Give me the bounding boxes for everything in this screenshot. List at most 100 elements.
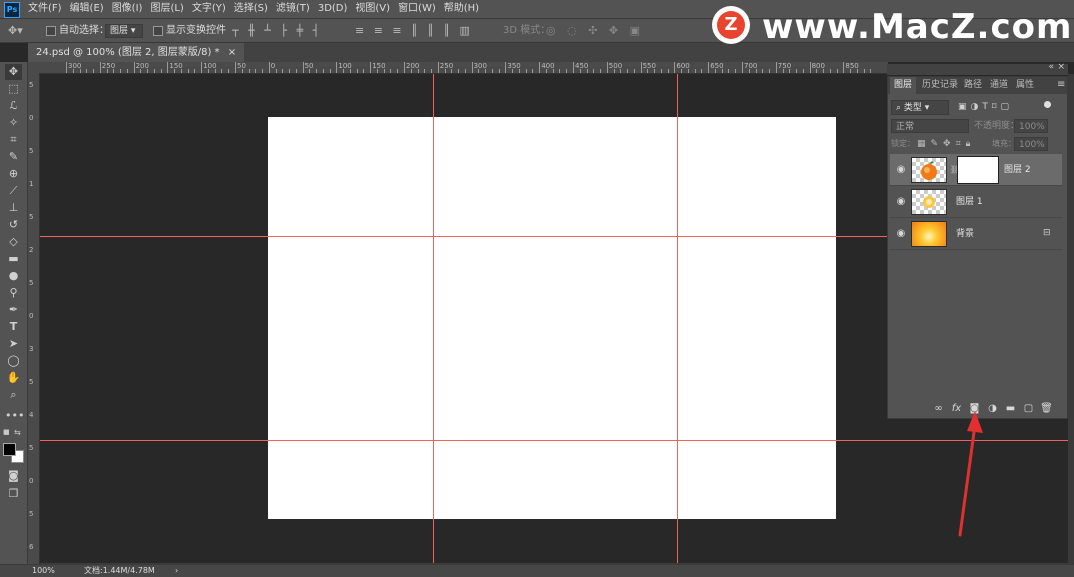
ruler-tick <box>505 62 507 73</box>
more-tools-icon[interactable]: ••• <box>5 408 24 424</box>
tab-properties[interactable]: 属性 <box>1012 77 1038 94</box>
brush-tool-icon[interactable]: ⟋ <box>5 183 22 199</box>
link-layers-icon[interactable]: ∞ <box>932 402 945 415</box>
show-transform-checkbox[interactable] <box>153 26 163 36</box>
layer-mask-thumbnail[interactable] <box>957 156 999 184</box>
ruler-minor-tick <box>356 69 358 73</box>
3d-mode-icons[interactable]: ◎ ◌ ✣ ✥ ▣ <box>546 19 644 42</box>
crop-tool-icon[interactable]: ⌗ <box>5 132 22 148</box>
ruler-minor-tick <box>120 69 122 73</box>
tab-layers[interactable]: 图层 <box>890 77 917 94</box>
blur-tool-icon[interactable]: ● <box>5 268 22 284</box>
menu-window[interactable]: 窗口(W) <box>394 0 440 18</box>
magic-wand-tool-icon[interactable]: ✧ <box>5 115 22 131</box>
screen-mode-icon[interactable]: ❐ <box>5 486 22 502</box>
menu-help[interactable]: 帮助(H) <box>440 0 483 18</box>
tab-channels[interactable]: 通道 <box>986 77 1012 94</box>
eye-icon[interactable]: ◉ <box>895 196 907 208</box>
menu-edit[interactable]: 编辑(E) <box>66 0 108 18</box>
panel-tabs: 图层 历史记录 路径 通道 属性 ≡ <box>888 77 1067 94</box>
layer-row-layer-2[interactable]: ◉ ⛓ 图层 2 <box>890 154 1062 186</box>
filter-toggle-icon[interactable] <box>1044 101 1051 108</box>
eyedropper-tool-icon[interactable]: ✎ <box>5 149 22 165</box>
menu-filter[interactable]: 滤镜(T) <box>272 0 314 18</box>
ruler-minor-tick <box>755 69 757 73</box>
menu-view[interactable]: 视图(V) <box>351 0 394 18</box>
quick-mask-icon[interactable]: ◙ <box>5 468 22 484</box>
lock-icons[interactable]: ▦✎✥⌗🔒︎ <box>917 138 975 150</box>
lasso-tool-icon[interactable]: ℒ <box>5 98 22 114</box>
layer-filter-icons[interactable]: ▣◑T⌑▢ <box>958 100 1013 115</box>
tab-history[interactable]: 历史记录 <box>918 77 962 94</box>
menu-image[interactable]: 图像(I) <box>108 0 147 18</box>
eraser-tool-icon[interactable]: ◇ <box>5 234 22 250</box>
eye-icon[interactable]: ◉ <box>895 164 907 176</box>
watermark-logo: Z <box>712 6 750 44</box>
default-colors-icon[interactable]: ■ <box>3 428 10 436</box>
ruler-tick <box>809 62 811 73</box>
collapse-panels-icon[interactable]: « <box>1048 62 1054 72</box>
menu-type[interactable]: 文字(Y) <box>188 0 230 18</box>
ruler-minor-tick <box>390 69 392 73</box>
tab-paths[interactable]: 路径 <box>960 77 986 94</box>
move-tool-preset-icon[interactable]: ✥▾ <box>8 19 23 42</box>
ruler-minor-tick <box>579 69 581 73</box>
healing-brush-tool-icon[interactable]: ⊕ <box>5 166 22 182</box>
trash-icon[interactable]: 🗑︎ <box>1040 402 1053 415</box>
history-brush-tool-icon[interactable]: ↺ <box>5 217 22 233</box>
pen-tool-icon[interactable]: ✒ <box>5 302 22 318</box>
menu-select[interactable]: 选择(S) <box>230 0 272 18</box>
menu-file[interactable]: 文件(F) <box>24 0 66 18</box>
ruler-minor-tick <box>93 69 95 73</box>
close-panel-icon[interactable]: × <box>1057 62 1065 72</box>
ruler-tick <box>843 62 845 73</box>
menu-3d[interactable]: 3D(D) <box>314 0 352 18</box>
ellipse-tool-icon[interactable]: ◯ <box>5 353 22 369</box>
document-tab[interactable]: 24.psd @ 100% (图层 2, 图层蒙版/8) * × <box>28 43 245 62</box>
zoom-tool-icon[interactable]: ⌕ <box>5 387 22 403</box>
vertical-scrollbar[interactable] <box>1068 74 1074 564</box>
auto-select-checkbox[interactable] <box>46 26 56 36</box>
guide-vertical[interactable] <box>433 74 434 564</box>
document-canvas[interactable] <box>268 117 836 519</box>
ruler-tick <box>573 62 574 73</box>
guide-horizontal[interactable] <box>40 440 1068 441</box>
ruler-minor-tick <box>789 69 791 73</box>
ruler-tick-label: 5 <box>29 444 34 452</box>
group-folder-icon[interactable]: ▬ <box>1004 402 1017 415</box>
clone-stamp-tool-icon[interactable]: ⊥ <box>5 200 22 216</box>
ruler-minor-tick <box>559 69 561 73</box>
layer-row-background[interactable]: ◉ 背景 ⊟ <box>890 218 1062 250</box>
menu-layer[interactable]: 图层(L) <box>146 0 187 18</box>
swap-colors-icon[interactable]: ⇆ <box>14 428 22 437</box>
dodge-tool-icon[interactable]: ⚲ <box>5 285 22 301</box>
guide-vertical[interactable] <box>677 74 678 564</box>
ruler-minor-tick <box>444 69 446 73</box>
panel-collapse-bar: « × <box>887 62 1068 75</box>
gradient-tool-icon[interactable]: ▬ <box>5 251 22 267</box>
marquee-tool-icon[interactable]: ⬚ <box>5 81 22 97</box>
ruler-minor-tick <box>160 69 162 73</box>
status-menu-arrow[interactable]: › <box>175 565 178 577</box>
auto-select-dropdown[interactable]: 图层 ▾ <box>105 24 143 38</box>
blend-mode-dropdown[interactable]: 正常 <box>891 119 969 133</box>
layer-row-layer-1[interactable]: ◉ 图层 1 <box>890 186 1062 218</box>
fill-input[interactable]: 100% <box>1014 137 1048 151</box>
ruler-minor-tick <box>694 69 696 73</box>
hand-tool-icon[interactable]: ✋ <box>5 370 22 386</box>
opacity-value: 100% <box>1019 122 1045 132</box>
align-icons[interactable]: ┬ ╫ ┴ ├ ╪ ┤ <box>232 19 322 42</box>
path-selection-tool-icon[interactable]: ➤ <box>5 336 22 352</box>
new-layer-icon[interactable]: ▢ <box>1022 402 1035 415</box>
type-tool-icon[interactable]: T <box>5 319 22 335</box>
move-tool-icon[interactable]: ✥ <box>5 64 22 80</box>
distribute-icons[interactable]: ≡ ≡ ≡ ║ ║ ║ ▥ <box>355 19 473 42</box>
close-icon[interactable]: × <box>228 47 236 58</box>
panel-menu-icon[interactable]: ≡ <box>1057 79 1065 90</box>
layer-filter-dropdown[interactable]: ⌕ 类型 ▾ <box>891 100 949 115</box>
zoom-level[interactable]: 100% <box>32 565 55 577</box>
eye-icon[interactable]: ◉ <box>895 228 907 240</box>
opacity-input[interactable]: 100% <box>1014 119 1048 133</box>
foreground-color-swatch[interactable] <box>3 443 16 456</box>
ruler-minor-tick <box>545 69 547 73</box>
